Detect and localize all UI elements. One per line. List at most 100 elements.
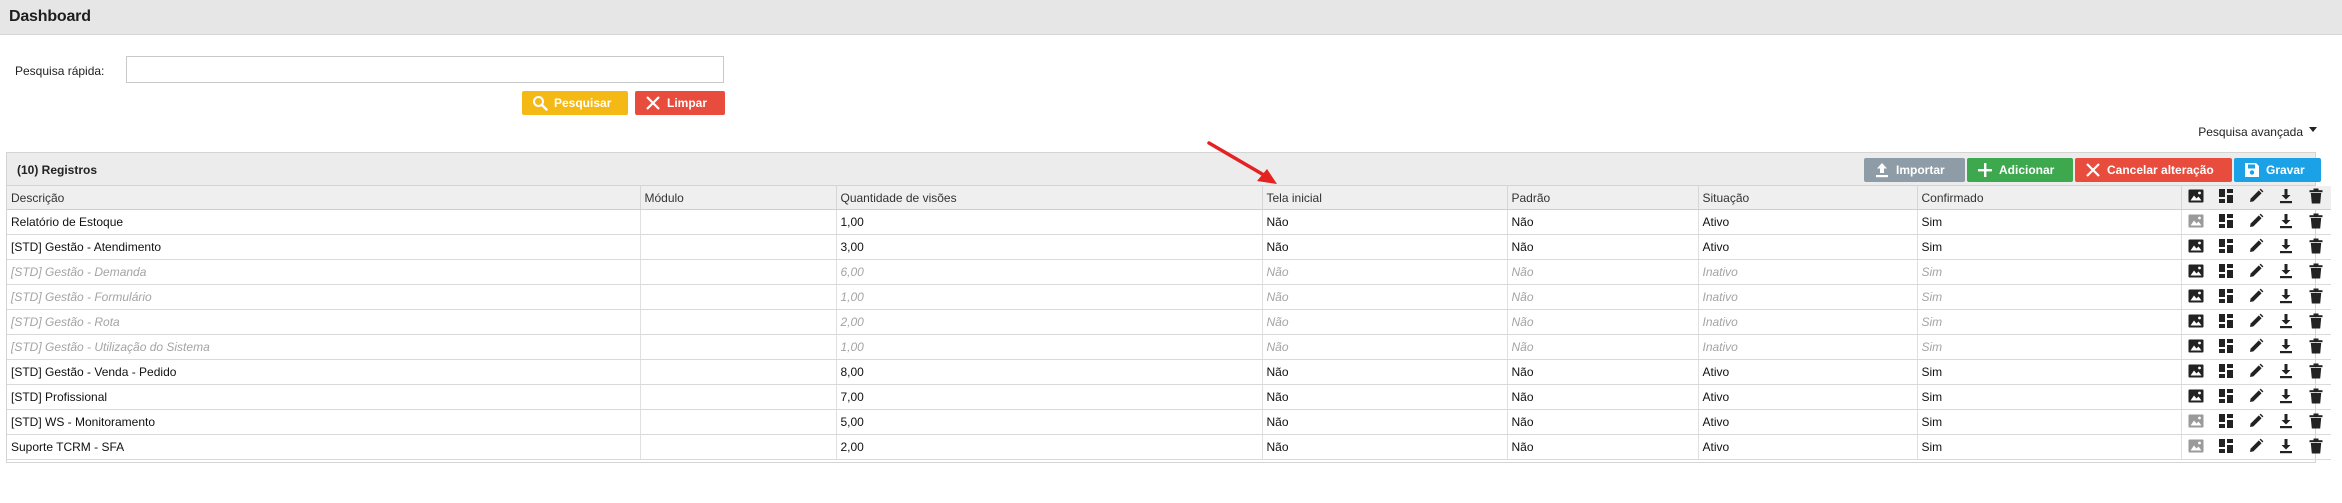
cell-tela-inicial: Não <box>1262 434 1508 460</box>
layout-icon[interactable] <box>2218 238 2234 257</box>
cell-quantidade: 3,00 <box>836 234 1263 260</box>
image-icon[interactable] <box>2188 264 2204 281</box>
advanced-search-link[interactable]: Pesquisa avançada <box>2198 125 2317 139</box>
table-row[interactable]: [STD] Gestão - Atendimento 3,00 Não Não Ativ… <box>7 234 2331 260</box>
image-icon[interactable] <box>2188 339 2204 356</box>
column-header-quantidade[interactable]: Quantidade de visões <box>836 186 1263 210</box>
table-row[interactable]: [STD] WS - Monitoramento 5,00 Não Não Ativo S… <box>7 409 2331 435</box>
trash-icon[interactable] <box>2309 413 2323 432</box>
edit-icon[interactable] <box>2248 213 2264 232</box>
image-icon[interactable] <box>2188 364 2204 381</box>
image-icon[interactable] <box>2188 389 2204 406</box>
row-action-trash-cell <box>2301 234 2331 260</box>
download-icon[interactable] <box>2278 313 2294 332</box>
cell-confirmado: Sim <box>1917 434 2182 460</box>
edit-icon[interactable] <box>2248 288 2264 307</box>
cell-modulo <box>640 334 837 360</box>
layout-icon[interactable] <box>2218 313 2234 332</box>
trash-icon[interactable] <box>2309 338 2323 357</box>
table-row[interactable]: [STD] Profissional 7,00 Não Não Ativo Sim <box>7 384 2331 410</box>
annotation-arrow-icon <box>1207 141 1277 184</box>
cell-modulo <box>640 259 837 285</box>
add-button[interactable]: Adicionar <box>1967 158 2073 182</box>
table-row[interactable]: [STD] Gestão - Venda - Pedido 8,00 Não Não A… <box>7 359 2331 385</box>
header-layout-icon[interactable] <box>2211 186 2241 210</box>
trash-icon[interactable] <box>2309 363 2323 382</box>
edit-icon[interactable] <box>2248 413 2264 432</box>
image-icon[interactable] <box>2188 414 2204 431</box>
table-row[interactable]: [STD] Gestão - Utilização do Sistema 1,00… <box>7 334 2331 360</box>
trash-icon[interactable] <box>2309 438 2323 457</box>
clear-button[interactable]: Limpar <box>635 91 725 115</box>
download-icon[interactable] <box>2278 238 2294 257</box>
column-header-tela-inicial[interactable]: Tela inicial <box>1262 186 1508 210</box>
trash-icon[interactable] <box>2309 238 2323 257</box>
download-icon[interactable] <box>2278 438 2294 457</box>
image-icon[interactable] <box>2188 314 2204 331</box>
header-edit-icon[interactable] <box>2241 186 2271 210</box>
trash-icon[interactable] <box>2309 388 2323 407</box>
table-row[interactable]: [STD] Gestão - Rota 2,00 Não Não Inativo Sim <box>7 309 2331 335</box>
layout-icon[interactable] <box>2218 263 2234 282</box>
table-row[interactable]: Relatório de Estoque 1,00 Não Não Ativo Sim <box>7 209 2331 235</box>
row-action-layout-cell <box>2211 384 2241 410</box>
edit-icon[interactable] <box>2248 363 2264 382</box>
image-icon[interactable] <box>2188 439 2204 456</box>
row-action-trash-cell <box>2301 209 2331 235</box>
trash-icon[interactable] <box>2309 288 2323 307</box>
cell-situacao: Ativo <box>1698 384 1918 410</box>
layout-icon[interactable] <box>2218 438 2234 457</box>
trash-icon[interactable] <box>2309 263 2323 282</box>
row-action-download-cell <box>2271 259 2301 285</box>
table-row[interactable]: [STD] Gestão - Demanda 6,00 Não Não Inativo S… <box>7 259 2331 285</box>
header-download-icon[interactable] <box>2271 186 2301 210</box>
column-header-padrao[interactable]: Padrão <box>1507 186 1699 210</box>
image-icon[interactable] <box>2188 214 2204 231</box>
edit-icon[interactable] <box>2248 338 2264 357</box>
download-icon[interactable] <box>2278 213 2294 232</box>
add-button-label: Adicionar <box>1999 163 2055 177</box>
trash-icon[interactable] <box>2309 313 2323 332</box>
layout-icon[interactable] <box>2218 213 2234 232</box>
layout-icon[interactable] <box>2218 413 2234 432</box>
import-button[interactable]: Importar <box>1864 158 1965 182</box>
image-icon[interactable] <box>2188 289 2204 306</box>
table-row[interactable]: [STD] Gestão - Formulário 1,00 Não Não Inati… <box>7 284 2331 310</box>
row-action-layout-cell <box>2211 259 2241 285</box>
table-row[interactable]: Suporte TCRM - SFA 2,00 Não Não Ativo Sim <box>7 434 2331 460</box>
cell-descricao: Relatório de Estoque <box>7 209 641 235</box>
cell-confirmado: Sim <box>1917 409 2182 435</box>
layout-icon[interactable] <box>2218 363 2234 382</box>
row-action-edit-cell <box>2241 334 2271 360</box>
search-button[interactable]: Pesquisar <box>522 91 628 115</box>
cancel-changes-button[interactable]: Cancelar alteração <box>2075 158 2232 182</box>
column-header-modulo[interactable]: Módulo <box>640 186 837 210</box>
download-icon[interactable] <box>2278 413 2294 432</box>
download-icon[interactable] <box>2278 288 2294 307</box>
image-icon[interactable] <box>2188 239 2204 256</box>
header-image-icon[interactable] <box>2181 186 2211 210</box>
trash-icon[interactable] <box>2309 213 2323 232</box>
quick-search-input[interactable] <box>126 56 724 83</box>
cell-situacao: Inativo <box>1698 334 1918 360</box>
layout-icon[interactable] <box>2218 388 2234 407</box>
edit-icon[interactable] <box>2248 313 2264 332</box>
edit-icon[interactable] <box>2248 438 2264 457</box>
column-header-descricao[interactable]: Descrição <box>7 186 641 210</box>
column-header-situacao[interactable]: Situação <box>1698 186 1918 210</box>
edit-icon[interactable] <box>2248 263 2264 282</box>
edit-icon[interactable] <box>2248 238 2264 257</box>
save-button[interactable]: Gravar <box>2234 158 2321 182</box>
cell-quantidade: 1,00 <box>836 284 1263 310</box>
row-action-image-cell <box>2181 234 2211 260</box>
download-icon[interactable] <box>2278 388 2294 407</box>
download-icon[interactable] <box>2278 263 2294 282</box>
header-trash-icon[interactable] <box>2301 186 2331 210</box>
layout-icon[interactable] <box>2218 338 2234 357</box>
download-icon[interactable] <box>2278 338 2294 357</box>
layout-icon[interactable] <box>2218 288 2234 307</box>
download-icon[interactable] <box>2278 363 2294 382</box>
column-header-confirmado[interactable]: Confirmado <box>1917 186 2182 210</box>
edit-icon[interactable] <box>2248 388 2264 407</box>
cell-tela-inicial: Não <box>1262 234 1508 260</box>
